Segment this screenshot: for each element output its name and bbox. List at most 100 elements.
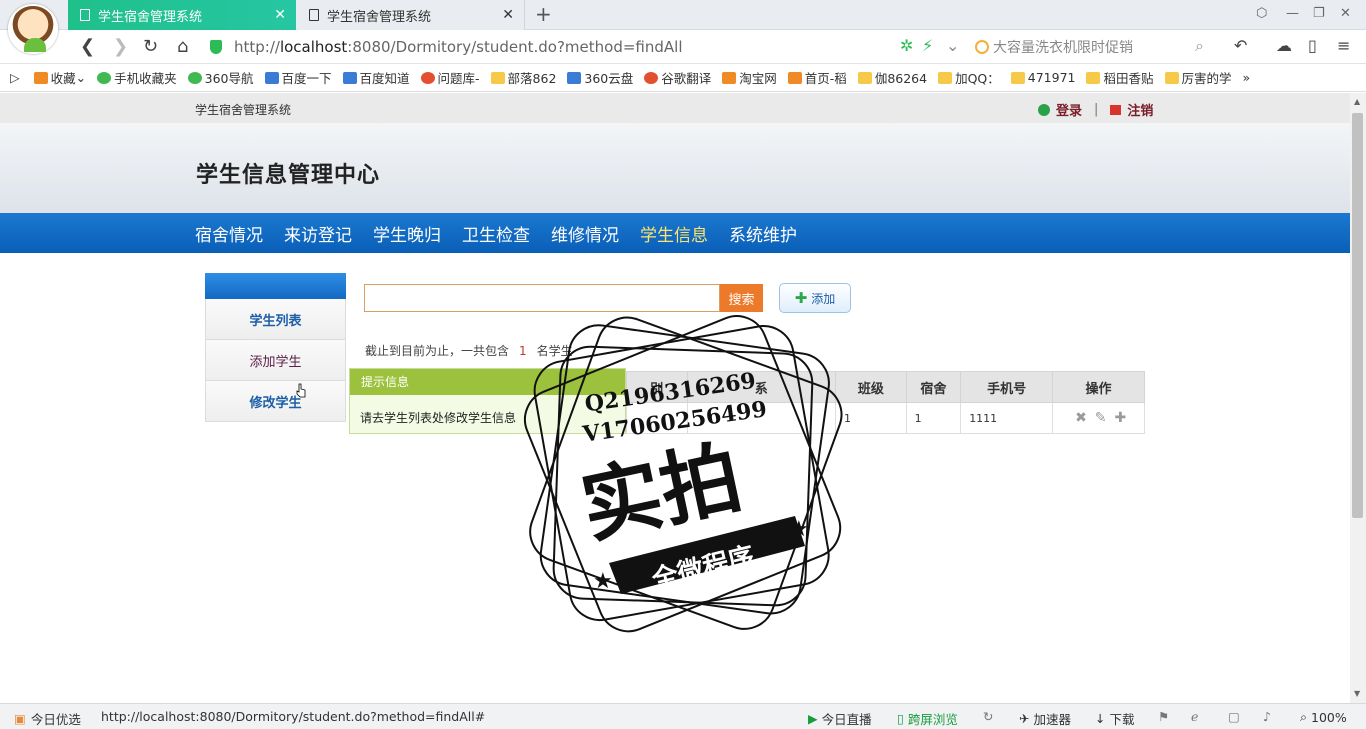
zoom-level[interactable]: ⌕ 100%: [1300, 709, 1347, 725]
rocket-icon: ✈: [1019, 711, 1030, 726]
window-icon[interactable]: ▢: [1228, 709, 1240, 724]
nav-repairs[interactable]: 维修情况: [551, 221, 619, 246]
forward-button[interactable]: ❯: [113, 36, 128, 57]
column-dorm: 宿舍: [905, 371, 962, 403]
close-tab-icon[interactable]: ✕: [274, 7, 286, 23]
bookmark-item[interactable]: 471971: [1010, 70, 1076, 85]
tab-label: 学生宿舍管理系统: [327, 9, 432, 25]
bookmark-item[interactable]: 厉害的学: [1164, 68, 1232, 87]
page-scrollbar[interactable]: ▲ ▼: [1350, 93, 1366, 703]
back-button[interactable]: ❮: [80, 36, 95, 57]
close-tab-icon[interactable]: ✕: [502, 7, 514, 23]
lightning-icon[interactable]: ⚡: [922, 36, 933, 55]
phone-icon: ▯: [897, 711, 904, 726]
more-bookmarks-icon[interactable]: »: [1243, 70, 1251, 85]
sidebar-item-student-list[interactable]: 学生列表: [205, 299, 346, 340]
secure-shield-icon: [210, 40, 222, 54]
today-picks[interactable]: ▣ 今日优选: [14, 709, 81, 728]
bookmark-item[interactable]: 部落862: [490, 68, 556, 87]
cloud-disk-icon: [567, 71, 582, 84]
skin-icon[interactable]: ⬡: [1256, 6, 1267, 21]
close-window-button[interactable]: ✕: [1340, 6, 1351, 21]
bookmark-item[interactable]: 百度知道: [342, 68, 410, 87]
search-placeholder: 大容量洗衣机限时促销: [993, 40, 1133, 56]
nav-late-return[interactable]: 学生晚归: [373, 221, 441, 246]
bookmark-label: 百度知道: [359, 71, 410, 86]
cell-phone: 1111: [960, 402, 1054, 434]
baidu-zhidao-icon: [342, 71, 357, 84]
refresh-icon[interactable]: ↻: [983, 709, 993, 724]
folder-icon: [490, 71, 505, 84]
address-bar[interactable]: http://localhost:8080/Dormitory/student.…: [210, 34, 970, 60]
folder-icon: [1010, 71, 1025, 84]
url-prefix: http://: [234, 38, 280, 56]
login-link[interactable]: 登录: [1056, 100, 1082, 119]
bookmark-favorites[interactable]: 收藏 ⌄: [33, 68, 86, 87]
scrollbar-thumb[interactable]: [1352, 113, 1363, 518]
nav-visitor-log[interactable]: 来访登记: [284, 221, 352, 246]
undo-icon[interactable]: ↶: [1234, 36, 1247, 55]
search-input[interactable]: 大容量洗衣机限时促销: [975, 36, 1215, 58]
reload-button[interactable]: ↻: [143, 36, 158, 57]
bookmark-item[interactable]: 淘宝网: [722, 68, 777, 87]
taobao-icon: [787, 71, 802, 84]
bookmark-item[interactable]: 伽86264: [857, 68, 927, 87]
scroll-down-arrow-icon[interactable]: ▼: [1354, 689, 1360, 698]
bookmark-item[interactable]: 360云盘: [567, 68, 633, 87]
column-actions: 操作: [1052, 371, 1145, 403]
live-stream[interactable]: ▶ 今日直播: [808, 709, 872, 728]
bookmark-item[interactable]: 稻田香贴: [1086, 68, 1154, 87]
logout-link[interactable]: 注销: [1127, 100, 1153, 119]
bookmark-label: 手机收藏夹: [114, 71, 177, 86]
site-name: 学生宿舍管理系统: [195, 103, 292, 117]
delete-icon[interactable]: ✖: [1075, 410, 1087, 426]
url-host: localhost: [279, 38, 348, 56]
cross-screen[interactable]: ▯ 跨屏浏览: [897, 709, 958, 728]
flag-icon[interactable]: ⚑: [1158, 709, 1169, 724]
nav-hygiene-check[interactable]: 卫生检查: [462, 221, 530, 246]
ie-icon[interactable]: ℯ: [1191, 709, 1198, 724]
nav-student-info[interactable]: 学生信息: [640, 221, 708, 246]
nav-dorm-status[interactable]: 宿舍情况: [195, 221, 263, 246]
bookmark-icon[interactable]: ▯: [1308, 36, 1317, 55]
bookmark-label: 谷歌翻译: [661, 71, 712, 86]
bookmark-label: 收藏: [50, 71, 76, 86]
translate-icon: [644, 71, 659, 84]
bookmark-item[interactable]: 百度一下: [264, 68, 332, 87]
bookmark-item[interactable]: 360导航: [187, 68, 254, 87]
chevron-down-icon[interactable]: ⌄: [946, 36, 959, 55]
tab-inactive[interactable]: 学生宿舍管理系统 ✕: [297, 0, 525, 30]
new-tab-button[interactable]: +: [535, 2, 552, 26]
scroll-up-arrow-icon[interactable]: ▲: [1354, 97, 1360, 106]
url-text[interactable]: http://localhost:8080/Dormitory/student.…: [234, 38, 682, 56]
bookmark-item[interactable]: 谷歌翻译: [644, 68, 711, 87]
sidebar-item-add-student[interactable]: 添加学生: [205, 340, 346, 381]
home-button[interactable]: ⌂: [177, 36, 188, 57]
menu-icon[interactable]: ≡: [1337, 36, 1350, 55]
minimize-button[interactable]: —: [1286, 6, 1299, 21]
maximize-button[interactable]: ❐: [1313, 6, 1325, 21]
sidebar-item-edit-student[interactable]: 修改学生: [205, 381, 346, 422]
bookmarks-toggle-icon[interactable]: ▷: [10, 70, 20, 85]
download[interactable]: ↓ 下载: [1095, 709, 1135, 728]
accelerator[interactable]: ✈ 加速器: [1019, 709, 1071, 728]
accelerate-icon[interactable]: ✲: [900, 36, 913, 55]
edit-icon[interactable]: ✎: [1095, 410, 1107, 426]
bookmark-item[interactable]: 问题库-: [420, 68, 480, 87]
sound-icon[interactable]: ♪: [1263, 709, 1271, 724]
bookmark-item[interactable]: 首页-稻: [787, 68, 847, 87]
gift-icon: ▣: [14, 711, 26, 726]
user-avatar[interactable]: [8, 4, 58, 54]
bookmark-label: 360云盘: [584, 71, 634, 86]
search-icon[interactable]: ⌕: [1195, 36, 1204, 56]
cloud-icon[interactable]: ☁: [1276, 36, 1292, 55]
bookmark-item[interactable]: 手机收藏夹: [97, 68, 177, 87]
tab-active[interactable]: 学生宿舍管理系统 ✕: [68, 0, 296, 30]
nav-system-maintenance[interactable]: 系统维护: [729, 221, 797, 246]
summary-prefix: 截止到目前为止，一共包含: [365, 344, 510, 358]
add-icon[interactable]: ✚: [1115, 410, 1127, 426]
bookmark-label: 问题库-: [437, 71, 480, 86]
bookmark-label: 471971: [1027, 70, 1076, 85]
bookmark-item[interactable]: 加QQ：: [938, 68, 1000, 87]
cell-actions: ✖ ✎ ✚: [1052, 402, 1145, 434]
